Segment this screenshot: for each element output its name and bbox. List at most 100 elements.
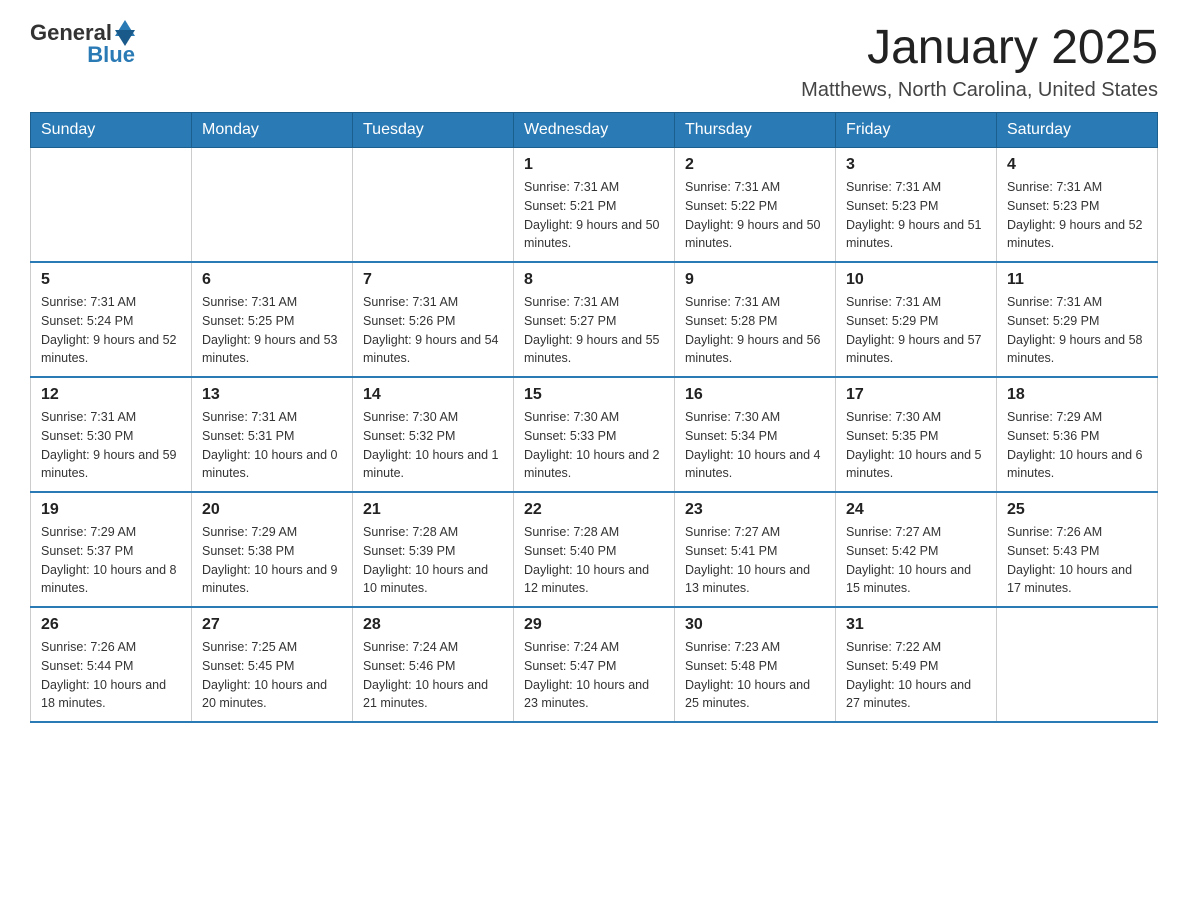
day-number: 5 bbox=[41, 271, 181, 289]
calendar-day-13: 13 Sunrise: 7:31 AM Sunset: 5:31 PM Dayli… bbox=[192, 377, 353, 492]
day-info: Sunrise: 7:23 AM Sunset: 5:48 PM Dayligh… bbox=[685, 638, 825, 713]
day-info: Sunrise: 7:30 AM Sunset: 5:35 PM Dayligh… bbox=[846, 408, 986, 483]
day-number: 27 bbox=[202, 616, 342, 634]
day-number: 6 bbox=[202, 271, 342, 289]
day-number: 30 bbox=[685, 616, 825, 634]
day-info: Sunrise: 7:27 AM Sunset: 5:42 PM Dayligh… bbox=[846, 523, 986, 598]
calendar-day-17: 17 Sunrise: 7:30 AM Sunset: 5:35 PM Dayli… bbox=[836, 377, 997, 492]
logo-blue: Blue bbox=[87, 42, 135, 68]
calendar-header-row: SundayMondayTuesdayWednesdayThursdayFrid… bbox=[31, 113, 1158, 148]
day-info: Sunrise: 7:27 AM Sunset: 5:41 PM Dayligh… bbox=[685, 523, 825, 598]
day-info: Sunrise: 7:29 AM Sunset: 5:36 PM Dayligh… bbox=[1007, 408, 1147, 483]
day-info: Sunrise: 7:31 AM Sunset: 5:30 PM Dayligh… bbox=[41, 408, 181, 483]
page-header: General Blue January 2025 Matthews, Nort… bbox=[30, 20, 1158, 102]
calendar-header-wednesday: Wednesday bbox=[514, 113, 675, 148]
calendar-header-friday: Friday bbox=[836, 113, 997, 148]
calendar-day-31: 31Sunrise: 7:22 AM Sunset: 5:49 PM Dayli… bbox=[836, 607, 997, 722]
calendar-day-26: 26 Sunrise: 7:26 AM Sunset: 5:44 PM Dayli… bbox=[31, 607, 192, 722]
day-info: Sunrise: 7:31 AM Sunset: 5:29 PM Dayligh… bbox=[846, 293, 986, 368]
day-number: 8 bbox=[524, 271, 664, 289]
day-info: Sunrise: 7:24 AM Sunset: 5:46 PM Dayligh… bbox=[363, 638, 503, 713]
day-number: 12 bbox=[41, 386, 181, 404]
day-number: 24 bbox=[846, 501, 986, 519]
calendar-day-22: 22 Sunrise: 7:28 AM Sunset: 5:40 PM Dayli… bbox=[514, 492, 675, 607]
day-number: 17 bbox=[846, 386, 986, 404]
day-number: 25 bbox=[1007, 501, 1147, 519]
title-section: January 2025 Matthews, North Carolina, U… bbox=[801, 20, 1158, 102]
calendar-week-row: 5 Sunrise: 7:31 AM Sunset: 5:24 PM Daylig… bbox=[31, 262, 1158, 377]
day-info: Sunrise: 7:29 AM Sunset: 5:38 PM Dayligh… bbox=[202, 523, 342, 598]
day-number: 11 bbox=[1007, 271, 1147, 289]
calendar-day-12: 12 Sunrise: 7:31 AM Sunset: 5:30 PM Dayli… bbox=[31, 377, 192, 492]
day-info: Sunrise: 7:31 AM Sunset: 5:31 PM Dayligh… bbox=[202, 408, 342, 483]
day-number: 15 bbox=[524, 386, 664, 404]
calendar-subtitle: Matthews, North Carolina, United States bbox=[801, 79, 1158, 102]
day-number: 9 bbox=[685, 271, 825, 289]
day-info: Sunrise: 7:31 AM Sunset: 5:29 PM Dayligh… bbox=[1007, 293, 1147, 368]
day-number: 18 bbox=[1007, 386, 1147, 404]
day-number: 28 bbox=[363, 616, 503, 634]
day-number: 10 bbox=[846, 271, 986, 289]
day-info: Sunrise: 7:31 AM Sunset: 5:26 PM Dayligh… bbox=[363, 293, 503, 368]
day-number: 19 bbox=[41, 501, 181, 519]
calendar-header-monday: Monday bbox=[192, 113, 353, 148]
day-info: Sunrise: 7:28 AM Sunset: 5:40 PM Dayligh… bbox=[524, 523, 664, 598]
day-info: Sunrise: 7:31 AM Sunset: 5:27 PM Dayligh… bbox=[524, 293, 664, 368]
day-info: Sunrise: 7:31 AM Sunset: 5:28 PM Dayligh… bbox=[685, 293, 825, 368]
day-number: 2 bbox=[685, 156, 825, 174]
day-number: 26 bbox=[41, 616, 181, 634]
calendar-header-saturday: Saturday bbox=[997, 113, 1158, 148]
day-info: Sunrise: 7:31 AM Sunset: 5:22 PM Dayligh… bbox=[685, 178, 825, 253]
calendar-day-4: 4Sunrise: 7:31 AM Sunset: 5:23 PM Daylig… bbox=[997, 148, 1158, 263]
calendar-day-27: 27 Sunrise: 7:25 AM Sunset: 5:45 PM Dayli… bbox=[192, 607, 353, 722]
day-info: Sunrise: 7:25 AM Sunset: 5:45 PM Dayligh… bbox=[202, 638, 342, 713]
day-number: 13 bbox=[202, 386, 342, 404]
day-info: Sunrise: 7:30 AM Sunset: 5:33 PM Dayligh… bbox=[524, 408, 664, 483]
day-info: Sunrise: 7:30 AM Sunset: 5:34 PM Dayligh… bbox=[685, 408, 825, 483]
calendar-day-24: 24 Sunrise: 7:27 AM Sunset: 5:42 PM Dayli… bbox=[836, 492, 997, 607]
calendar-day-7: 7 Sunrise: 7:31 AM Sunset: 5:26 PM Daylig… bbox=[353, 262, 514, 377]
day-number: 4 bbox=[1007, 156, 1147, 174]
day-number: 14 bbox=[363, 386, 503, 404]
calendar-day-14: 14 Sunrise: 7:30 AM Sunset: 5:32 PM Dayli… bbox=[353, 377, 514, 492]
calendar-day-2: 2 Sunrise: 7:31 AM Sunset: 5:22 PM Daylig… bbox=[675, 148, 836, 263]
calendar-table: SundayMondayTuesdayWednesdayThursdayFrid… bbox=[30, 112, 1158, 723]
calendar-day-18: 18 Sunrise: 7:29 AM Sunset: 5:36 PM Dayli… bbox=[997, 377, 1158, 492]
calendar-day-23: 23 Sunrise: 7:27 AM Sunset: 5:41 PM Dayli… bbox=[675, 492, 836, 607]
day-info: Sunrise: 7:26 AM Sunset: 5:43 PM Dayligh… bbox=[1007, 523, 1147, 598]
day-number: 3 bbox=[846, 156, 986, 174]
day-info: Sunrise: 7:31 AM Sunset: 5:24 PM Dayligh… bbox=[41, 293, 181, 368]
calendar-day-11: 11 Sunrise: 7:31 AM Sunset: 5:29 PM Dayli… bbox=[997, 262, 1158, 377]
calendar-day-5: 5 Sunrise: 7:31 AM Sunset: 5:24 PM Daylig… bbox=[31, 262, 192, 377]
day-info: Sunrise: 7:22 AM Sunset: 5:49 PM Dayligh… bbox=[846, 638, 986, 713]
calendar-empty-cell bbox=[192, 148, 353, 263]
calendar-day-16: 16Sunrise: 7:30 AM Sunset: 5:34 PM Dayli… bbox=[675, 377, 836, 492]
day-info: Sunrise: 7:26 AM Sunset: 5:44 PM Dayligh… bbox=[41, 638, 181, 713]
calendar-day-25: 25 Sunrise: 7:26 AM Sunset: 5:43 PM Dayli… bbox=[997, 492, 1158, 607]
calendar-day-21: 21 Sunrise: 7:28 AM Sunset: 5:39 PM Dayli… bbox=[353, 492, 514, 607]
day-number: 21 bbox=[363, 501, 503, 519]
calendar-day-3: 3Sunrise: 7:31 AM Sunset: 5:23 PM Daylig… bbox=[836, 148, 997, 263]
day-info: Sunrise: 7:30 AM Sunset: 5:32 PM Dayligh… bbox=[363, 408, 503, 483]
calendar-day-19: 19Sunrise: 7:29 AM Sunset: 5:37 PM Dayli… bbox=[31, 492, 192, 607]
calendar-week-row: 12 Sunrise: 7:31 AM Sunset: 5:30 PM Dayli… bbox=[31, 377, 1158, 492]
calendar-day-1: 1Sunrise: 7:31 AM Sunset: 5:21 PM Daylig… bbox=[514, 148, 675, 263]
calendar-day-29: 29Sunrise: 7:24 AM Sunset: 5:47 PM Dayli… bbox=[514, 607, 675, 722]
logo: General Blue bbox=[30, 20, 135, 68]
calendar-header-thursday: Thursday bbox=[675, 113, 836, 148]
day-info: Sunrise: 7:28 AM Sunset: 5:39 PM Dayligh… bbox=[363, 523, 503, 598]
day-number: 22 bbox=[524, 501, 664, 519]
calendar-day-9: 9 Sunrise: 7:31 AM Sunset: 5:28 PM Daylig… bbox=[675, 262, 836, 377]
calendar-day-10: 10 Sunrise: 7:31 AM Sunset: 5:29 PM Dayli… bbox=[836, 262, 997, 377]
calendar-empty-cell bbox=[997, 607, 1158, 722]
day-number: 1 bbox=[524, 156, 664, 174]
calendar-day-30: 30 Sunrise: 7:23 AM Sunset: 5:48 PM Dayli… bbox=[675, 607, 836, 722]
calendar-day-20: 20Sunrise: 7:29 AM Sunset: 5:38 PM Dayli… bbox=[192, 492, 353, 607]
calendar-day-15: 15 Sunrise: 7:30 AM Sunset: 5:33 PM Dayli… bbox=[514, 377, 675, 492]
day-number: 23 bbox=[685, 501, 825, 519]
calendar-day-28: 28 Sunrise: 7:24 AM Sunset: 5:46 PM Dayli… bbox=[353, 607, 514, 722]
day-number: 7 bbox=[363, 271, 503, 289]
calendar-day-8: 8 Sunrise: 7:31 AM Sunset: 5:27 PM Daylig… bbox=[514, 262, 675, 377]
calendar-empty-cell bbox=[31, 148, 192, 263]
day-info: Sunrise: 7:31 AM Sunset: 5:25 PM Dayligh… bbox=[202, 293, 342, 368]
